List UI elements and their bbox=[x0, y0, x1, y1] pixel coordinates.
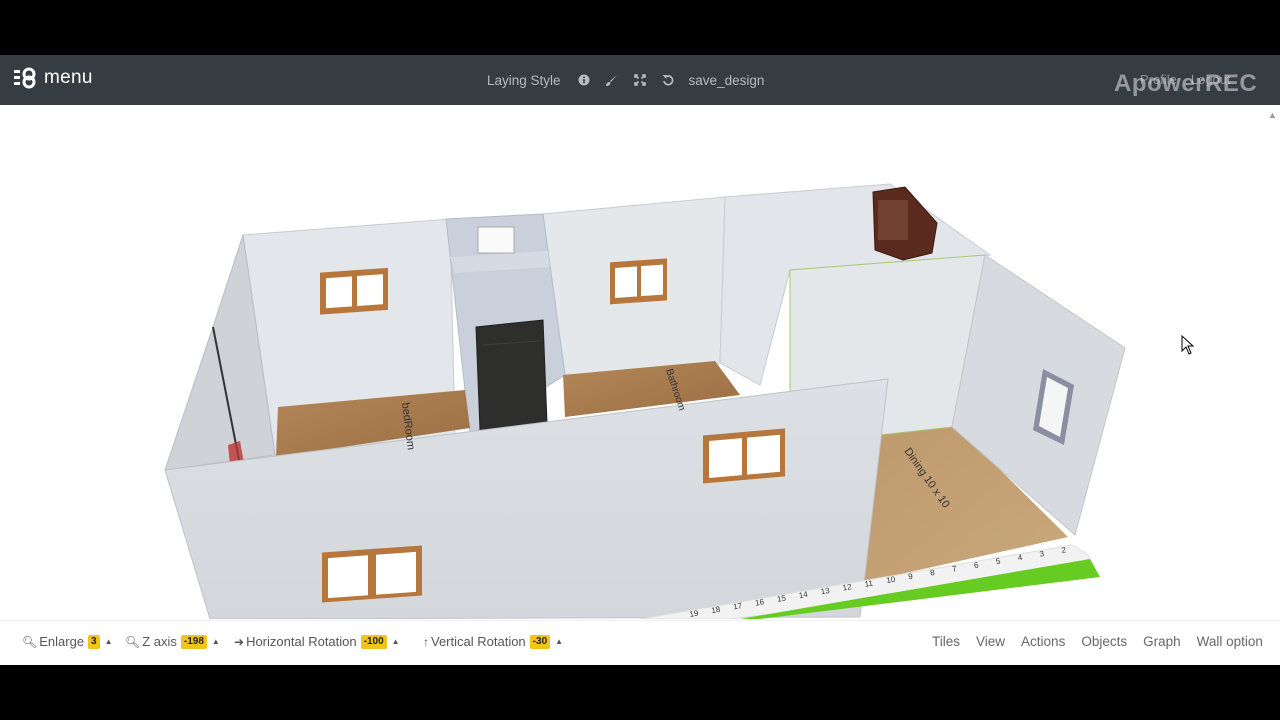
wall-option-menu[interactable]: Wall option bbox=[1197, 634, 1263, 649]
zoom-icon: 🔍︎ bbox=[22, 634, 38, 649]
letterbox-bottom bbox=[0, 665, 1280, 720]
horizontal-rotation-label: Horizontal Rotation bbox=[246, 634, 357, 649]
enlarge-value-badge: 3 bbox=[88, 634, 100, 649]
scroll-up-arrow-icon[interactable]: ▲ bbox=[1268, 110, 1277, 120]
enlarge-control[interactable]: 🔍︎ Enlarge 3 ▲ bbox=[22, 634, 113, 649]
app-window: menu Laying Style save_design Profile Lo… bbox=[0, 55, 1280, 665]
vertical-rotation-increase-icon[interactable]: ▲ bbox=[555, 637, 563, 646]
info-icon[interactable] bbox=[577, 73, 591, 87]
menu-button[interactable]: menu bbox=[14, 67, 93, 89]
objects-menu[interactable]: Objects bbox=[1081, 634, 1127, 649]
horizontal-rotation-increase-icon[interactable]: ▲ bbox=[392, 637, 400, 646]
bottom-control-bar: 🔍︎ Enlarge 3 ▲ 🔍︎ Z axis -198 ▲ ➜ Horizo… bbox=[0, 620, 1280, 665]
z-axis-increase-icon[interactable]: ▲ bbox=[212, 637, 220, 646]
window-front-left bbox=[322, 545, 422, 603]
window-bathroom-back bbox=[610, 258, 667, 305]
letterbox-top bbox=[0, 0, 1280, 55]
vertical-rotation-control[interactable]: ↑ Vertical Rotation -30 ▲ bbox=[423, 634, 563, 649]
zoom-icon: 🔍︎ bbox=[125, 634, 141, 649]
arrow-up-icon: ↑ bbox=[423, 634, 429, 649]
window-bedroom-back bbox=[320, 267, 388, 315]
bottom-menu: Tiles View Actions Objects Graph Wall op… bbox=[932, 634, 1263, 649]
z-axis-value-badge: -198 bbox=[180, 634, 207, 649]
account-links: Profile Logout bbox=[1140, 72, 1231, 87]
tiles-menu[interactable]: Tiles bbox=[932, 634, 960, 649]
undo-icon[interactable] bbox=[661, 73, 675, 87]
horizontal-rotation-value-badge: -100 bbox=[360, 634, 387, 649]
vertical-rotation-value-badge: -30 bbox=[529, 634, 551, 649]
floorplan-3d-render: 2345678910111213141516171819 bedRoom Bat… bbox=[164, 183, 1126, 619]
top-navbar: menu Laying Style save_design Profile Lo… bbox=[0, 55, 1280, 105]
vent-window bbox=[477, 226, 515, 254]
arrow-right-icon: ➜ bbox=[234, 634, 245, 649]
center-toolbar: Laying Style save_design bbox=[487, 55, 764, 105]
horizontal-rotation-control[interactable]: ➜ Horizontal Rotation -100 ▲ bbox=[234, 634, 400, 649]
mouse-cursor-icon bbox=[1181, 335, 1195, 355]
z-axis-control[interactable]: 🔍︎ Z axis -198 ▲ bbox=[125, 634, 220, 649]
view-menu[interactable]: View bbox=[976, 634, 1005, 649]
enlarge-increase-icon[interactable]: ▲ bbox=[105, 637, 113, 646]
brand-logo-icon bbox=[14, 67, 36, 89]
3d-viewport[interactable]: 2 3 4 5 6 7 8 9 10 11 12 13 14 15 16 17 18 19 bedRoom Bat… bbox=[0, 105, 1280, 619]
logout-link[interactable]: Logout bbox=[1191, 72, 1231, 87]
menu-label: menu bbox=[44, 67, 93, 88]
vertical-rotation-label: Vertical Rotation bbox=[431, 634, 526, 649]
enlarge-label: Enlarge bbox=[39, 634, 85, 649]
profile-link[interactable]: Profile bbox=[1140, 72, 1177, 87]
door bbox=[475, 319, 548, 431]
laying-style-button[interactable]: Laying Style bbox=[487, 73, 561, 88]
z-axis-label: Z axis bbox=[142, 634, 177, 649]
save-design-button[interactable]: save_design bbox=[689, 73, 765, 88]
window-front-right bbox=[703, 428, 785, 484]
actions-menu[interactable]: Actions bbox=[1021, 634, 1065, 649]
brush-icon[interactable] bbox=[605, 73, 619, 87]
fullscreen-icon[interactable] bbox=[633, 73, 647, 87]
graph-menu[interactable]: Graph bbox=[1143, 634, 1181, 649]
